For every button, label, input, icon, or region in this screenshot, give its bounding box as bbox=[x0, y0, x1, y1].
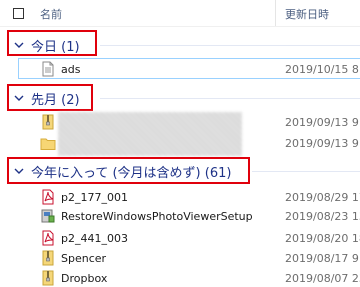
redacted-file-names bbox=[58, 112, 242, 156]
group-divider bbox=[252, 171, 360, 172]
file-name[interactable]: Dropbox bbox=[61, 272, 107, 285]
group-divider bbox=[100, 45, 360, 46]
group-divider bbox=[100, 98, 360, 99]
zip-folder-icon bbox=[42, 270, 54, 286]
file-date: 2019/08/20 18 bbox=[285, 232, 360, 245]
pdf-file-icon bbox=[42, 230, 54, 246]
file-name[interactable]: p2_177_001 bbox=[61, 191, 128, 204]
folder-icon bbox=[40, 138, 56, 150]
file-name[interactable]: Spencer bbox=[61, 252, 106, 265]
file-date: 2019/09/13 9:1 bbox=[285, 116, 360, 129]
file-name[interactable]: ads bbox=[61, 63, 80, 76]
zip-folder-icon bbox=[42, 114, 54, 130]
file-date: 2019/09/13 9:1 bbox=[285, 137, 360, 150]
installer-icon bbox=[41, 209, 55, 223]
zip-folder-icon bbox=[42, 250, 54, 266]
highlight-box-last-month bbox=[7, 84, 93, 111]
column-header-date[interactable]: 更新日時 bbox=[285, 6, 329, 22]
pdf-file-icon bbox=[42, 189, 54, 205]
highlight-box-today bbox=[7, 30, 97, 56]
file-date: 2019/10/15 8:5 bbox=[285, 63, 360, 76]
column-divider[interactable] bbox=[275, 0, 276, 26]
file-name[interactable]: p2_441_003 bbox=[61, 232, 128, 245]
text-file-icon bbox=[42, 61, 54, 77]
header-divider bbox=[0, 26, 360, 27]
file-date: 2019/08/29 17 bbox=[285, 191, 360, 204]
file-date: 2019/08/23 13 bbox=[285, 210, 360, 223]
highlight-box-this-year bbox=[7, 157, 250, 184]
file-date: 2019/08/17 9:2 bbox=[285, 252, 360, 265]
select-all-checkbox[interactable] bbox=[13, 8, 24, 19]
file-date: 2019/08/07 23 bbox=[285, 272, 360, 285]
file-name[interactable]: RestoreWindowsPhotoViewerSetup bbox=[61, 210, 253, 223]
column-header-name[interactable]: 名前 bbox=[40, 6, 62, 22]
